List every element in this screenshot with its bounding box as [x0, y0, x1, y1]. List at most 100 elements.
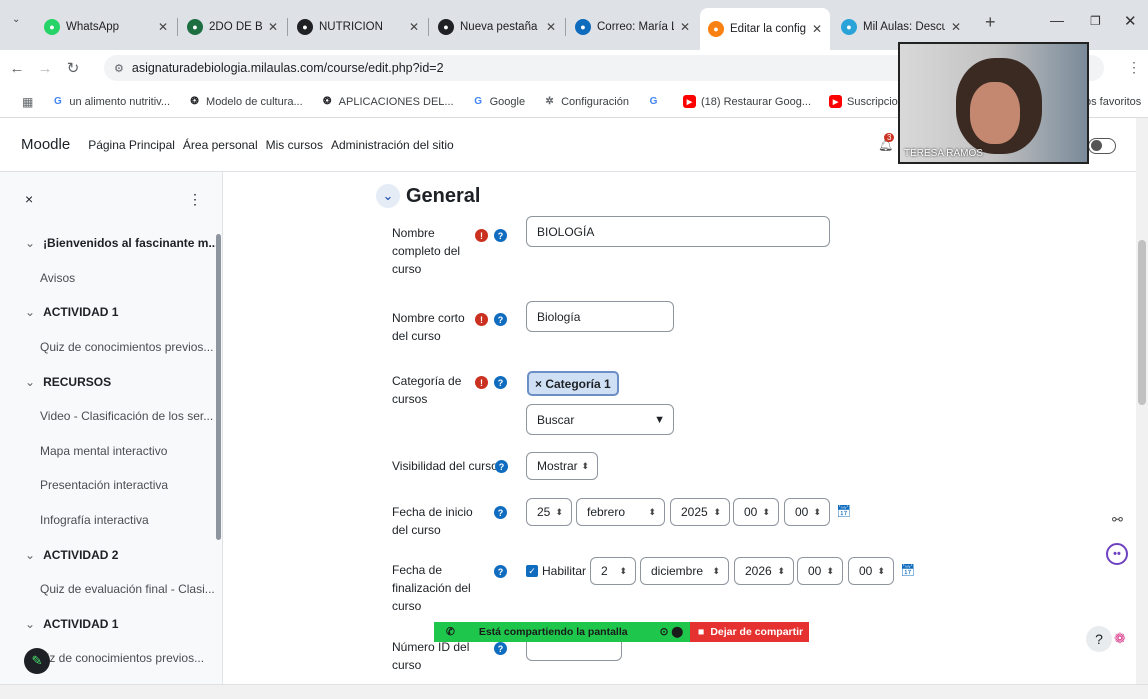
other-bookmarks[interactable]: os favoritos: [1085, 96, 1141, 108]
shortname-input[interactable]: Biología: [526, 301, 674, 332]
moodle-logo[interactable]: Moodle: [21, 136, 70, 153]
drawer-menu-icon[interactable]: ⋮: [188, 191, 202, 208]
browser-tab[interactable]: ● Mil Aulas: Descu ✕: [833, 9, 969, 44]
page-scrollbar[interactable]: [1136, 118, 1148, 684]
close-tab-icon[interactable]: ✕: [268, 20, 278, 34]
collapse-section-chevron-icon[interactable]: ⌄: [376, 184, 400, 208]
course-activity-item[interactable]: Quiz de conocimientos previos...: [0, 330, 222, 365]
category-tag[interactable]: × Categoría 1: [527, 371, 619, 396]
course-activity-item[interactable]: Quiz de evaluación final - Clasi...: [0, 572, 222, 607]
browser-tab[interactable]: ● Nueva pestaña ✕: [430, 9, 564, 44]
end-minute-select[interactable]: 00 ⬍: [848, 557, 894, 585]
tab-title: Nueva pestaña: [460, 20, 538, 33]
end-day-select[interactable]: 2 ⬍: [590, 557, 636, 585]
notifications-bell-icon[interactable]: 🔔︎ 3: [878, 133, 895, 152]
drawer-scrollbar[interactable]: [216, 234, 221, 540]
bookmark-item[interactable]: ▶ (18) Restaurar Goog...: [682, 95, 811, 108]
course-activity-item[interactable]: Mapa mental interactivo: [0, 434, 222, 469]
bookmark-item[interactable]: G Google: [472, 95, 525, 108]
bookmark-item[interactable]: ❂ APLICACIONES DEL...: [321, 95, 454, 108]
close-tab-icon[interactable]: ✕: [409, 20, 419, 34]
calendar-icon[interactable]: 📅︎: [836, 504, 851, 518]
start-minute-select[interactable]: 00 ⬍: [784, 498, 830, 526]
end-month-select[interactable]: diciembre ⬍: [640, 557, 729, 585]
chevron-down-icon[interactable]: ⌄: [25, 305, 35, 319]
tab-search-button[interactable]: ⌄: [12, 14, 20, 25]
course-activity-item[interactable]: Avisos: [0, 261, 222, 296]
help-icon[interactable]: ?: [494, 565, 507, 578]
nav-dashboard[interactable]: Área personal: [183, 138, 258, 152]
chevron-down-icon[interactable]: ⌄: [25, 375, 35, 389]
help-icon[interactable]: ?: [494, 376, 507, 389]
browser-tab[interactable]: ● Correo: María Le ✕: [567, 9, 698, 44]
course-section-item[interactable]: ⌄ ¡Bienvenidos al fascinante m...: [0, 226, 222, 261]
google-icon: G: [474, 96, 482, 107]
edit-pencil-button[interactable]: ✎: [24, 648, 50, 674]
course-activity-item[interactable]: Infografía interactiva: [0, 503, 222, 538]
help-icon[interactable]: ?: [494, 642, 507, 655]
category-search-select[interactable]: Buscar ▼: [526, 404, 674, 435]
visibility-select[interactable]: Mostrar ⬍: [526, 452, 598, 480]
stop-sharing-button[interactable]: ■ Dejar de compartir: [690, 622, 809, 642]
nav-site-admin[interactable]: Administración del sitio: [331, 138, 454, 152]
help-icon[interactable]: ?: [495, 460, 508, 473]
dropdown-triangle-icon: ▼: [654, 413, 665, 426]
browser-menu-icon[interactable]: ⋮: [1127, 59, 1141, 76]
chat-assistant-icon[interactable]: ••: [1106, 543, 1128, 565]
end-hour-select[interactable]: 00 ⬍: [797, 557, 843, 585]
browser-tab[interactable]: ● WhatsApp ✕: [36, 9, 176, 44]
chevron-down-icon[interactable]: ⌄: [25, 236, 35, 250]
restore-button[interactable]: ❐: [1090, 14, 1101, 28]
browser-tab[interactable]: ● 2DO DE BACHILL ✕: [179, 9, 286, 44]
enable-enddate-checkbox[interactable]: ✓: [526, 565, 538, 577]
course-section-item[interactable]: ⌄ ACTIVIDAD 2: [0, 537, 222, 572]
end-year-select[interactable]: 2026 ⬍: [734, 557, 794, 585]
bookmark-item[interactable]: ✲ Configuración: [543, 95, 629, 108]
minimize-button[interactable]: —: [1050, 12, 1064, 28]
bookmark-item[interactable]: Gun alimento nutritiv...: [51, 95, 170, 108]
back-arrow-icon[interactable]: ←: [6, 60, 28, 77]
course-section-item[interactable]: ⌄ ACTIVIDAD 1: [0, 607, 222, 642]
page-scrollbar-thumb[interactable]: [1138, 240, 1146, 405]
new-tab-button[interactable]: +: [985, 12, 996, 33]
close-drawer-icon[interactable]: ×: [25, 191, 33, 207]
close-tab-icon[interactable]: ✕: [812, 22, 822, 36]
edit-mode-toggle[interactable]: [1088, 138, 1116, 154]
start-year-select[interactable]: 2025 ⬍: [670, 498, 730, 526]
help-icon[interactable]: ?: [494, 313, 507, 326]
site-info-icon[interactable]: ⚙: [114, 62, 124, 75]
help-icon[interactable]: ?: [494, 229, 507, 242]
fullname-input[interactable]: BIOLOGÍA: [526, 216, 830, 247]
brain-icon[interactable]: ❁: [1114, 630, 1126, 647]
start-hour-select[interactable]: 00 ⬍: [733, 498, 779, 526]
reload-icon[interactable]: ↻: [62, 59, 84, 77]
horizontal-scrollbar[interactable]: [0, 684, 1148, 699]
bookmark-item[interactable]: ❂ Modelo de cultura...: [188, 95, 302, 108]
chevron-down-icon[interactable]: ⌄: [25, 617, 35, 631]
close-tab-icon[interactable]: ✕: [680, 20, 690, 34]
moodle-icon: ●: [708, 21, 724, 37]
blocks-drawer-icon[interactable]: ⚯: [1112, 512, 1123, 528]
calendar-icon[interactable]: 📅︎: [900, 563, 915, 577]
bookmark-item[interactable]: G: [647, 95, 665, 108]
close-tab-icon[interactable]: ✕: [546, 20, 556, 34]
apps-grid-icon[interactable]: ▦: [22, 95, 33, 109]
browser-tab[interactable]: ● Editar la configu ✕: [700, 8, 830, 50]
course-section-item[interactable]: ⌄ RECURSOS: [0, 364, 222, 399]
close-window-button[interactable]: ✕: [1124, 12, 1137, 30]
start-month-select[interactable]: febrero ⬍: [576, 498, 665, 526]
course-section-item[interactable]: ⌄ ACTIVIDAD 1: [0, 295, 222, 330]
course-activity-item[interactable]: Video - Clasificación de los ser...: [0, 399, 222, 434]
help-icon[interactable]: ?: [494, 506, 507, 519]
nav-home[interactable]: Página Principal: [88, 138, 175, 152]
close-tab-icon[interactable]: ✕: [951, 20, 961, 34]
close-tab-icon[interactable]: ✕: [158, 20, 168, 34]
browser-tab[interactable]: ● NUTRICIÓN ✕: [289, 9, 427, 44]
help-footer-button[interactable]: ?: [1086, 626, 1112, 652]
chevron-down-icon[interactable]: ⌄: [25, 548, 35, 562]
forward-arrow-icon[interactable]: →: [34, 60, 56, 77]
nav-my-courses[interactable]: Mis cursos: [266, 138, 323, 152]
youtube-icon: ▶: [682, 95, 696, 108]
course-activity-item[interactable]: Presentación interactiva: [0, 468, 222, 503]
start-day-select[interactable]: 25 ⬍: [526, 498, 572, 526]
